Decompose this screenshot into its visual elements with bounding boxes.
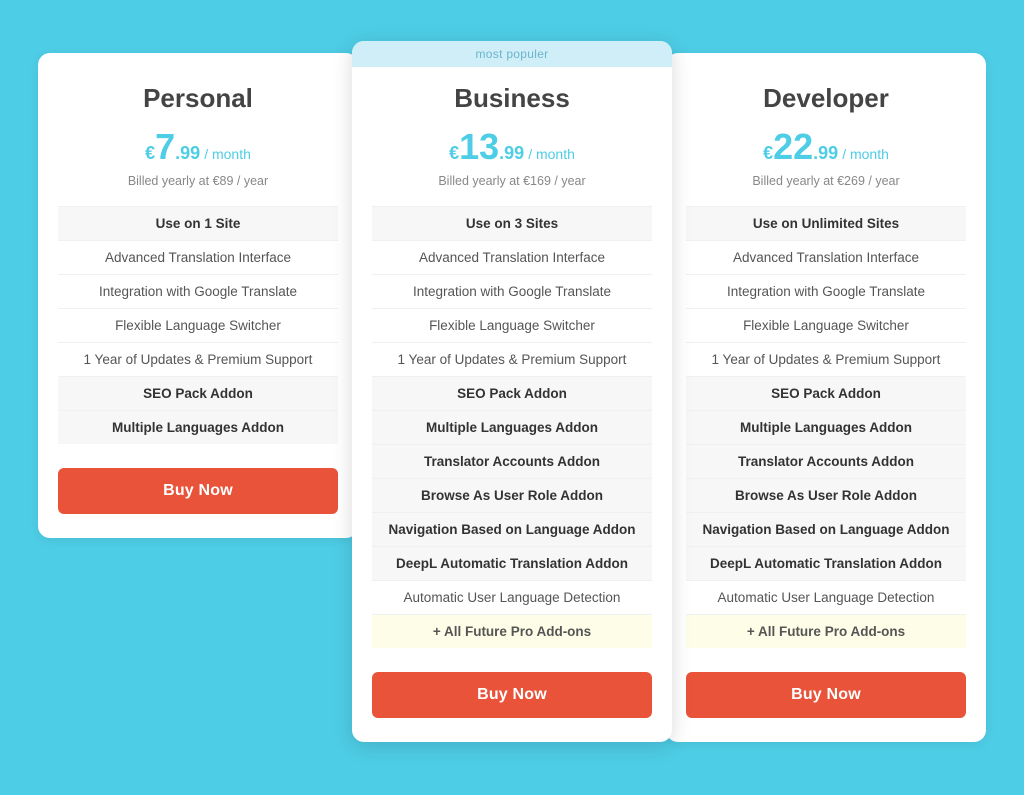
price-period-personal: / month [204, 146, 251, 162]
plan-card-business: most populer Business € 13 .99 / month B… [352, 41, 672, 742]
plan-name-developer: Developer [686, 83, 966, 114]
price-decimal-business: .99 [499, 144, 524, 162]
feature-item-developer-11: Automatic User Language Detection [686, 580, 966, 614]
feature-item-developer-4: 1 Year of Updates & Premium Support [686, 342, 966, 376]
most-popular-badge: most populer [352, 41, 672, 67]
feature-item-business-5: SEO Pack Addon [372, 376, 652, 410]
feature-item-developer-9: Navigation Based on Language Addon [686, 512, 966, 546]
feature-item-developer-0: Use on Unlimited Sites [686, 206, 966, 240]
feature-item-personal-4: 1 Year of Updates & Premium Support [58, 342, 338, 376]
price-main-developer: 22 [773, 126, 813, 168]
feature-item-developer-3: Flexible Language Switcher [686, 308, 966, 342]
feature-item-developer-8: Browse As User Role Addon [686, 478, 966, 512]
features-list-business: Use on 3 SitesAdvanced Translation Inter… [372, 206, 652, 648]
plan-price-developer: € 22 .99 / month [686, 126, 966, 168]
plan-card-personal: Personal € 7 .99 / month Billed yearly a… [38, 53, 358, 538]
feature-item-developer-7: Translator Accounts Addon [686, 444, 966, 478]
feature-item-business-9: Navigation Based on Language Addon [372, 512, 652, 546]
plan-price-business: € 13 .99 / month [372, 126, 652, 168]
feature-item-developer-10: DeepL Automatic Translation Addon [686, 546, 966, 580]
feature-item-business-10: DeepL Automatic Translation Addon [372, 546, 652, 580]
features-list-personal: Use on 1 SiteAdvanced Translation Interf… [58, 206, 338, 444]
feature-item-business-6: Multiple Languages Addon [372, 410, 652, 444]
plan-billed-personal: Billed yearly at €89 / year [58, 174, 338, 188]
feature-item-business-3: Flexible Language Switcher [372, 308, 652, 342]
feature-item-business-11: Automatic User Language Detection [372, 580, 652, 614]
pricing-container: Personal € 7 .99 / month Billed yearly a… [20, 53, 1004, 742]
feature-item-business-8: Browse As User Role Addon [372, 478, 652, 512]
price-main-personal: 7 [155, 126, 175, 168]
plan-name-business: Business [372, 83, 652, 114]
price-decimal-developer: .99 [813, 144, 838, 162]
feature-item-personal-1: Advanced Translation Interface [58, 240, 338, 274]
feature-item-developer-2: Integration with Google Translate [686, 274, 966, 308]
feature-item-developer-6: Multiple Languages Addon [686, 410, 966, 444]
plan-billed-developer: Billed yearly at €269 / year [686, 174, 966, 188]
price-decimal-personal: .99 [175, 144, 200, 162]
plan-price-personal: € 7 .99 / month [58, 126, 338, 168]
buy-button-personal[interactable]: Buy Now [58, 468, 338, 514]
price-currency-developer: € [763, 144, 773, 162]
feature-item-personal-5: SEO Pack Addon [58, 376, 338, 410]
feature-item-business-2: Integration with Google Translate [372, 274, 652, 308]
price-main-business: 13 [459, 126, 499, 168]
feature-item-personal-3: Flexible Language Switcher [58, 308, 338, 342]
feature-item-business-12: + All Future Pro Add-ons [372, 614, 652, 648]
buy-button-business[interactable]: Buy Now [372, 672, 652, 718]
feature-item-business-1: Advanced Translation Interface [372, 240, 652, 274]
feature-item-developer-5: SEO Pack Addon [686, 376, 966, 410]
feature-item-developer-1: Advanced Translation Interface [686, 240, 966, 274]
price-period-developer: / month [842, 146, 889, 162]
feature-item-business-7: Translator Accounts Addon [372, 444, 652, 478]
feature-item-business-0: Use on 3 Sites [372, 206, 652, 240]
price-currency-personal: € [145, 144, 155, 162]
features-list-developer: Use on Unlimited SitesAdvanced Translati… [686, 206, 966, 648]
plan-name-personal: Personal [58, 83, 338, 114]
buy-button-developer[interactable]: Buy Now [686, 672, 966, 718]
plan-card-developer: Developer € 22 .99 / month Billed yearly… [666, 53, 986, 742]
feature-item-developer-12: + All Future Pro Add-ons [686, 614, 966, 648]
price-period-business: / month [528, 146, 575, 162]
feature-item-personal-6: Multiple Languages Addon [58, 410, 338, 444]
feature-item-business-4: 1 Year of Updates & Premium Support [372, 342, 652, 376]
feature-item-personal-0: Use on 1 Site [58, 206, 338, 240]
plan-billed-business: Billed yearly at €169 / year [372, 174, 652, 188]
price-currency-business: € [449, 144, 459, 162]
feature-item-personal-2: Integration with Google Translate [58, 274, 338, 308]
